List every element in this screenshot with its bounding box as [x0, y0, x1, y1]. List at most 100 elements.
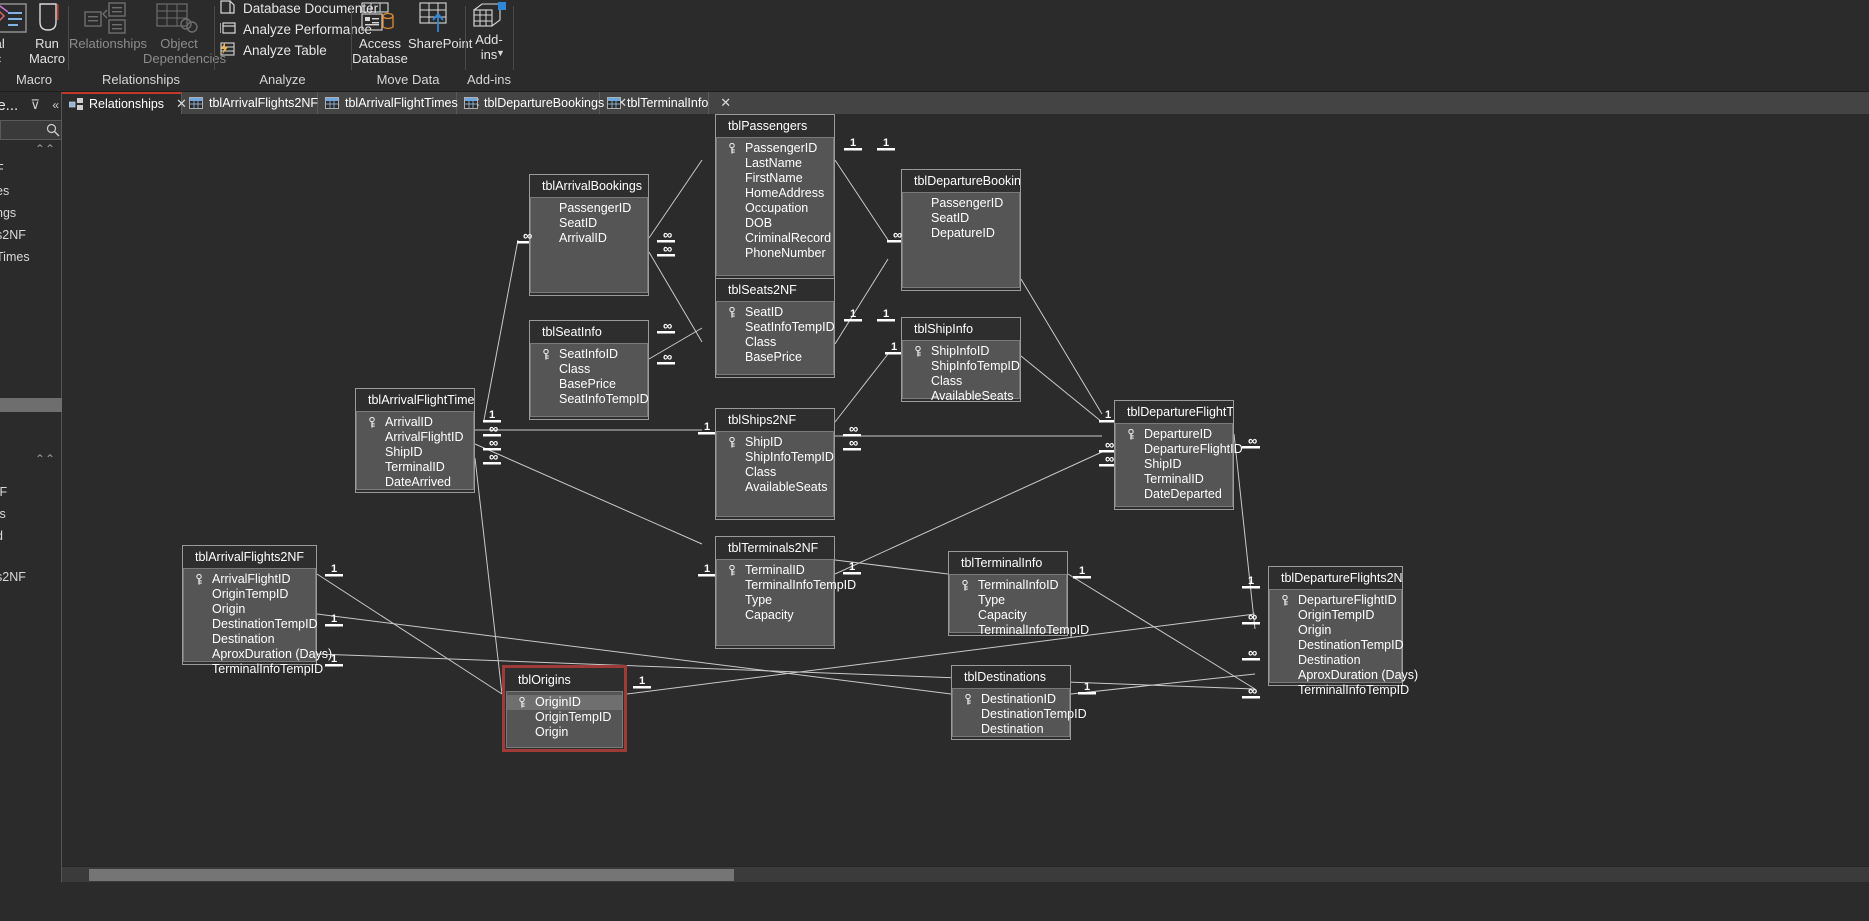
table-field[interactable]: Class — [903, 374, 1019, 389]
table-field[interactable]: TerminalInfoID — [950, 578, 1066, 593]
table-field[interactable]: TerminalID — [717, 563, 833, 578]
nav-item[interactable]: F — [0, 162, 4, 176]
relationship-line[interactable] — [1233, 433, 1256, 630]
table-field[interactable]: ArrivalID — [531, 231, 647, 246]
object-dependencies-button[interactable]: Object Dependencies — [143, 2, 226, 66]
table-field[interactable]: TerminalInfoTempID — [1270, 683, 1409, 698]
table-field[interactable]: BasePrice — [717, 350, 833, 365]
table-field[interactable]: DOB — [717, 216, 833, 231]
table-title[interactable]: tblSeatInfo — [530, 321, 648, 343]
table-field[interactable]: SeatInfoTempID — [531, 392, 649, 407]
table-field[interactable]: DepatureID — [903, 226, 1019, 241]
table-field[interactable]: ShipInfoTempID — [717, 450, 834, 465]
table-box-tblarrivalflighttimes[interactable]: tblArrivalFlightTimes ArrivalID ArrivalFli… — [355, 388, 475, 493]
table-field[interactable]: TerminalInfoTempID — [184, 662, 323, 677]
relationship-line[interactable] — [1020, 355, 1103, 423]
table-box-tbldepartureflights2nf[interactable]: tblDepartureFlights2NF DepartureFlightID O… — [1268, 566, 1418, 697]
relationship-line[interactable] — [474, 443, 703, 545]
nav-item[interactable]: Times — [0, 250, 30, 264]
document-tab-tblterminalinfo[interactable]: tblTerminalInfo ✕ — [600, 92, 731, 114]
table-box-tbldeparturebookings[interactable]: tblDepartureBookings PassengerIDSeatIDDep… — [901, 169, 1021, 291]
relationships-canvas[interactable]: tblPassengers PassengerID LastName FirstNam… — [62, 114, 1869, 866]
chevron-down-circle-icon[interactable]: ⊽ — [30, 97, 40, 113]
horizontal-scrollbar[interactable] — [62, 866, 1869, 882]
table-field[interactable]: Type — [717, 593, 833, 608]
table-field[interactable]: DestinationTempID — [953, 707, 1087, 722]
table-field[interactable]: DepartureID — [1116, 427, 1232, 442]
table-box-tblships2nf[interactable]: tblShips2NF ShipID ShipInfoTempID Class Avai… — [715, 408, 835, 520]
table-field[interactable]: OriginTempID — [1270, 608, 1401, 623]
relationship-line[interactable] — [648, 327, 703, 360]
relationship-line[interactable] — [648, 159, 703, 239]
table-field[interactable]: Class — [717, 465, 833, 480]
relationship-line[interactable] — [1020, 278, 1103, 415]
table-box-tblarrivalbookings[interactable]: tblArrivalBookings PassengerID SeatID Arriv… — [529, 174, 649, 296]
table-field[interactable]: ArrivalID — [357, 415, 473, 430]
table-field[interactable]: Occupation — [717, 201, 833, 216]
table-title[interactable]: tblOrigins — [506, 669, 623, 691]
table-field[interactable]: PassengerID — [903, 196, 1019, 211]
table-title[interactable]: tblDepartureBookings — [902, 170, 1020, 192]
nav-item[interactable]: ts — [0, 507, 6, 521]
table-box-tblshipinfo[interactable]: tblShipInfo ShipInfoID ShipInfoTempID Class… — [901, 317, 1021, 403]
collapse-group-icon-1[interactable]: ⌃⌃ — [35, 142, 55, 156]
document-tab-tbldeparturebookings[interactable]: tblDepartureBookings ✕ — [457, 92, 627, 114]
relationships-button[interactable]: Relationships — [69, 2, 147, 64]
nav-item[interactable]: es — [0, 184, 9, 198]
table-box-tblterminalinfo[interactable]: tblTerminalInfo TerminalInfoID Type Capacit… — [948, 551, 1089, 637]
table-title[interactable]: tblTerminals2NF — [716, 537, 834, 559]
navigation-search-input[interactable] — [0, 120, 62, 140]
table-field[interactable]: Origin — [184, 602, 315, 617]
sharepoint-button[interactable]: SharePoint — [408, 2, 472, 64]
table-title[interactable]: tblDestinations — [952, 666, 1070, 688]
relationship-line[interactable] — [316, 653, 1256, 690]
table-field[interactable]: DestinationTempID — [184, 617, 318, 632]
table-field[interactable]: AproxDuration (Days) — [184, 647, 332, 662]
nav-item[interactable]: s2NF — [0, 228, 26, 242]
table-field[interactable]: DateDeparted — [1116, 487, 1232, 502]
table-title[interactable]: tblShipInfo — [902, 318, 1020, 340]
relationship-line[interactable] — [834, 353, 889, 423]
relationship-line[interactable] — [1070, 673, 1256, 695]
table-field[interactable]: Destination — [953, 722, 1069, 737]
close-icon[interactable]: ✕ — [720, 95, 731, 111]
table-field[interactable]: DestinationID — [953, 692, 1069, 707]
table-field[interactable]: BasePrice — [531, 377, 647, 392]
table-field[interactable]: TerminalID — [357, 460, 473, 475]
table-box-tbldestinations[interactable]: tblDestinations DestinationID DestinationT… — [951, 665, 1087, 740]
navigation-selected-row[interactable] — [0, 398, 62, 412]
table-field[interactable]: DateArrived — [357, 475, 473, 490]
relationship-line[interactable] — [1067, 573, 1256, 690]
table-title[interactable]: tblDepartureFlightTim... — [1115, 401, 1233, 423]
table-box-tblorigins[interactable]: tblOrigins OriginID OriginTempID Origin — [502, 665, 627, 752]
table-field[interactable]: Type — [950, 593, 1066, 608]
document-tab-tblarrivalflighttimes[interactable]: tblArrivalFlightTimes✕ — [318, 92, 481, 114]
table-field[interactable]: SeatID — [903, 211, 1019, 226]
table-field[interactable]: LastName — [717, 156, 833, 171]
table-field[interactable]: ShipInfoID — [903, 344, 1019, 359]
table-title[interactable]: tblArrivalFlights2NF — [183, 546, 316, 568]
table-field[interactable]: PassengerID — [531, 201, 647, 216]
table-field[interactable]: AvailableSeats — [717, 480, 833, 495]
table-field[interactable]: ShipID — [717, 435, 833, 450]
table-title[interactable]: tblArrivalBookings — [530, 175, 648, 197]
document-tab-tblarrivalflights2nf[interactable]: tblArrivalFlights2NF✕ — [182, 92, 341, 114]
table-field[interactable]: ArrivalFlightID — [357, 430, 473, 445]
table-field[interactable]: SeatInfoTempID — [717, 320, 835, 335]
table-field[interactable]: OriginID — [507, 695, 622, 710]
table-field[interactable]: Destination — [184, 632, 315, 647]
relationship-line[interactable] — [316, 613, 952, 695]
table-field[interactable]: Capacity — [950, 608, 1066, 623]
collapse-group-icon-2[interactable]: ⌃⌃ — [35, 452, 55, 466]
table-field[interactable]: DepartureFlightID — [1270, 593, 1401, 608]
horizontal-scrollbar-thumb[interactable] — [89, 869, 734, 881]
table-title[interactable]: tblPassengers — [716, 115, 834, 137]
table-field[interactable]: SeatID — [531, 216, 647, 231]
table-title[interactable]: tblSeats2NF — [716, 279, 834, 301]
table-field[interactable]: OriginTempID — [507, 710, 622, 725]
table-field[interactable]: TerminalInfoTempID — [717, 578, 856, 593]
table-field[interactable]: DestinationTempID — [1270, 638, 1404, 653]
table-box-tblseatinfo[interactable]: tblSeatInfo SeatInfoID Class BasePrice SeatI… — [529, 320, 649, 420]
table-field[interactable]: PassengerID — [717, 141, 833, 156]
table-box-tblseats2nf[interactable]: tblSeats2NF SeatID SeatInfoTempID Class Base… — [715, 278, 835, 378]
